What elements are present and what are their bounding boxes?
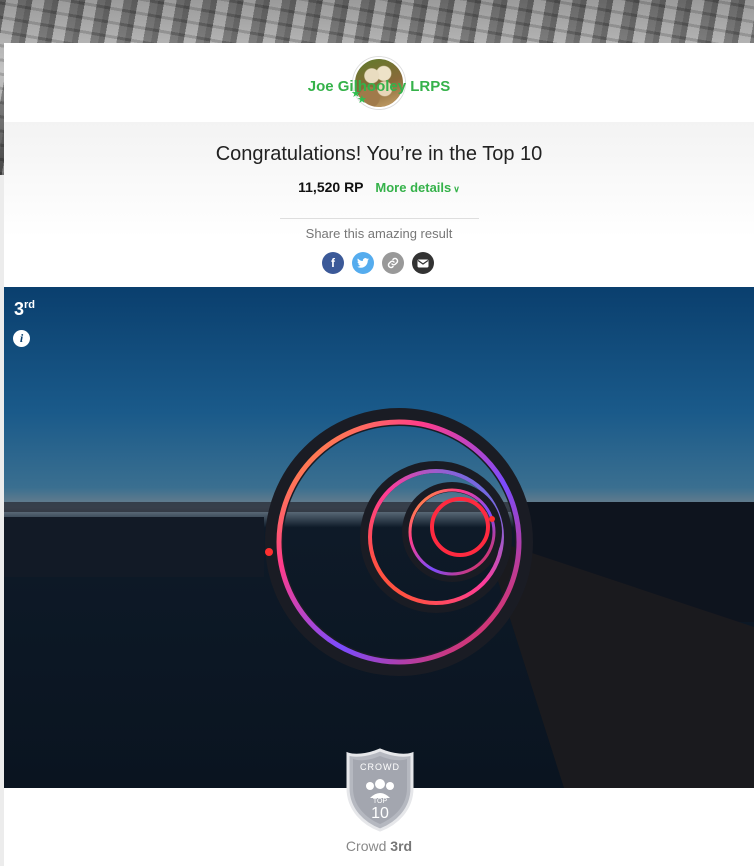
crowd-top10-badge: CROWD TOP 10	[344, 748, 416, 832]
more-details-label: More details	[375, 180, 452, 195]
link-icon	[387, 257, 399, 269]
rank-number: 3	[14, 299, 25, 319]
share-label: Share this amazing result	[305, 226, 453, 241]
user-name[interactable]: Joe Gilhooley LRPS	[4, 78, 754, 95]
rank-suffix: rd	[24, 299, 36, 311]
divider	[280, 218, 479, 219]
entry-photo[interactable]: 3rd i	[4, 287, 754, 788]
points-row: 11,520 RP More details ∨	[4, 179, 754, 195]
facebook-icon: f	[331, 256, 335, 270]
twitter-share-button[interactable]	[352, 252, 374, 274]
crowd-rank-value: 3rd	[390, 838, 413, 854]
email-icon	[417, 259, 429, 267]
points-value: 11,520 RP	[298, 179, 364, 195]
rank-badge: 3rd	[14, 299, 35, 320]
facebook-share-button[interactable]: f	[322, 252, 344, 274]
badge-top-text: TOP	[372, 798, 388, 805]
share-buttons: f	[322, 252, 434, 274]
crowd-rank-label: Crowd 3rd	[4, 838, 754, 854]
info-icon[interactable]: i	[13, 330, 30, 347]
email-share-button[interactable]	[412, 252, 434, 274]
result-card: ★ ★ Joe Gilhooley LRPS Congratulations! …	[4, 43, 754, 866]
badge-number: 10	[371, 805, 389, 822]
more-details-link[interactable]: More details ∨	[375, 180, 459, 195]
result-panel: Congratulations! You’re in the Top 10 11…	[4, 122, 754, 287]
congrats-heading: Congratulations! You’re in the Top 10	[215, 143, 543, 165]
star-icon: ★	[357, 94, 367, 106]
chevron-down-icon: ∨	[453, 184, 460, 194]
crowd-label-text: Crowd	[345, 838, 387, 854]
badge-crowd-text: CROWD	[360, 762, 400, 772]
copy-link-button[interactable]	[382, 252, 404, 274]
falkirk-wheel-image	[4, 408, 754, 788]
twitter-icon	[357, 258, 369, 268]
